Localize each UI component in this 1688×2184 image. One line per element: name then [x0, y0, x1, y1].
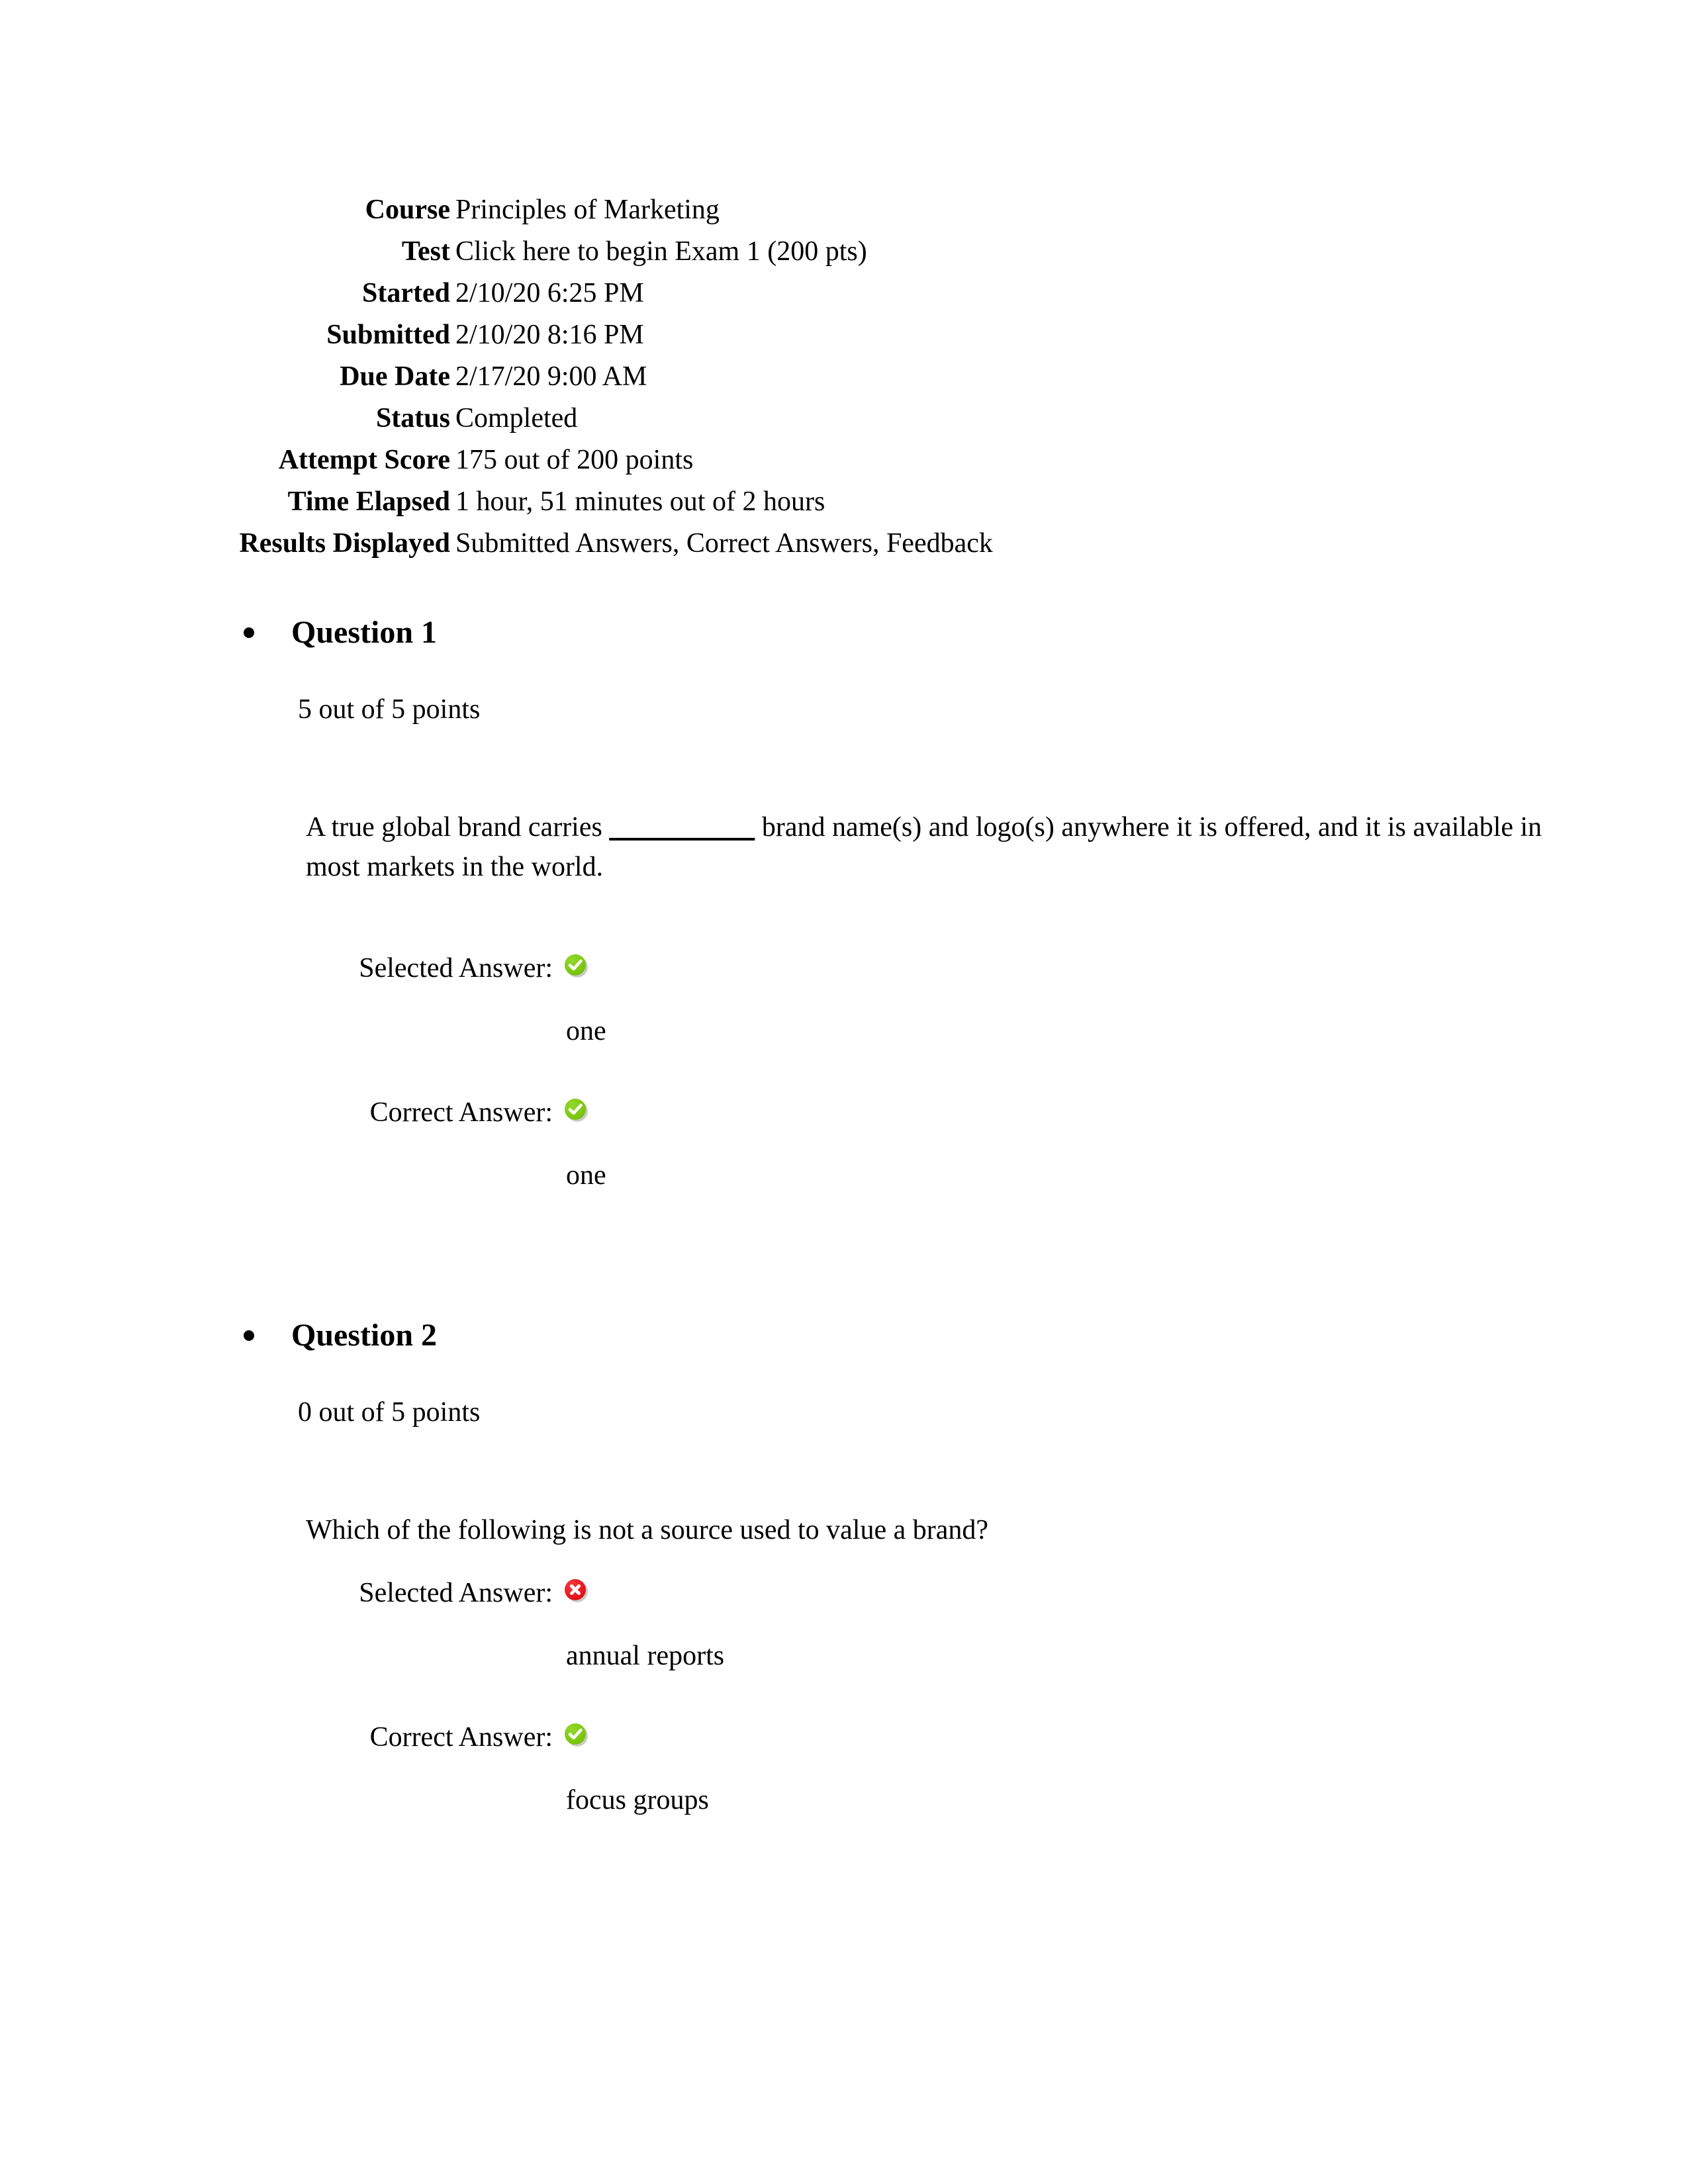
summary-label-course: Course: [365, 195, 450, 225]
summary-value-time-elapsed: 1 hour, 51 minutes out of 2 hours: [455, 486, 825, 517]
summary-row-due-date: Due Date 2/17/20 9:00 AM: [0, 356, 1125, 398]
summary-label-test: Test: [401, 236, 450, 267]
summary-row-submitted: Submitted 2/10/20 8:16 PM: [0, 314, 1125, 356]
question-1-correct-answer-label: Correct Answer:: [369, 1097, 553, 1128]
question-1-correct-answer-row: Correct Answer:: [0, 1092, 1688, 1133]
question-2-correct-answer-icon-cell: [565, 1723, 588, 1747]
question-1-text: A true global brand carries __________ b…: [0, 807, 1550, 887]
question-2-selected-answer-icon-cell: [565, 1579, 588, 1603]
summary-label-due-date: Due Date: [340, 361, 450, 392]
question-1-text-before: A true global brand carries: [306, 812, 610, 842]
question-1-correct-answer-icon-cell: [565, 1099, 588, 1122]
summary-value-attempt-score: 175 out of 200 points: [455, 445, 694, 475]
summary-row-results-displayed: Results Displayed Submitted Answers, Cor…: [0, 523, 1125, 565]
question-1-selected-answer-value: one: [566, 1016, 606, 1046]
question-2-text: Which of the following is not a source u…: [0, 1510, 1550, 1550]
correct-check-icon: [565, 954, 588, 978]
summary-value-results-displayed: Submitted Answers, Correct Answers, Feed…: [455, 528, 993, 559]
question-2-correct-answer-label: Correct Answer:: [369, 1722, 553, 1752]
question-2-selected-answer-value: annual reports: [566, 1641, 725, 1671]
correct-check-icon: [565, 1723, 588, 1747]
exam-results-document: Course Principles of Marketing Test Clic…: [0, 0, 1688, 2184]
summary-value-started: 2/10/20 6:25 PM: [455, 278, 644, 308]
question-2-correct-answer-value: focus groups: [566, 1785, 709, 1815]
summary-value-status: Completed: [455, 403, 578, 433]
summary-row-status: Status Completed: [0, 398, 1125, 439]
question-2-heading: Question 2: [0, 1317, 1688, 1354]
summary-label-time-elapsed: Time Elapsed: [287, 486, 450, 517]
question-1-blank: __________: [609, 812, 755, 842]
question-1-selected-answer-label: Selected Answer:: [359, 953, 553, 983]
summary-value-test: Click here to begin Exam 1 (200 pts): [455, 236, 867, 267]
bullet-icon: [244, 1330, 254, 1341]
summary-label-results-displayed: Results Displayed: [239, 528, 450, 559]
question-block-2: Question 2 0 out of 5 points Which of th…: [0, 1317, 1688, 1819]
question-1-points: 5 out of 5 points: [298, 694, 481, 725]
question-2-title: Question 2: [291, 1318, 438, 1353]
question-2-selected-answer-row: Selected Answer:: [0, 1572, 1688, 1614]
question-2-text-before: Which of the following is not a source u…: [306, 1515, 989, 1545]
summary-value-submitted: 2/10/20 8:16 PM: [455, 320, 644, 350]
question-block-1: Question 1 5 out of 5 points A true glob…: [0, 614, 1688, 1194]
summary-label-attempt-score: Attempt Score: [278, 445, 450, 475]
summary-row-started: Started 2/10/20 6:25 PM: [0, 273, 1125, 314]
attempt-summary-table: Course Principles of Marketing Test Clic…: [0, 189, 1125, 565]
incorrect-x-icon: [565, 1579, 588, 1603]
question-2-selected-answer-label: Selected Answer:: [359, 1578, 553, 1608]
question-2-correct-answer-row: Correct Answer:: [0, 1717, 1688, 1758]
question-1-heading: Question 1: [0, 614, 1688, 651]
question-1-selected-answer-row: Selected Answer:: [0, 948, 1688, 989]
attempt-summary-body: Course Principles of Marketing Test Clic…: [0, 189, 1125, 565]
summary-label-submitted: Submitted: [326, 320, 450, 350]
incorrect-x-icon-glyph: [570, 1584, 581, 1595]
question-1-title: Question 1: [291, 615, 438, 650]
correct-check-icon: [565, 1099, 588, 1122]
question-1-correct-answer-value: one: [566, 1160, 606, 1191]
summary-label-status: Status: [375, 403, 450, 433]
question-1-selected-answer-icon-cell: [565, 954, 588, 978]
correct-check-icon-glyph: [568, 1103, 583, 1115]
summary-row-time-elapsed: Time Elapsed 1 hour, 51 minutes out of 2…: [0, 481, 1125, 523]
correct-check-icon-glyph: [568, 959, 583, 971]
summary-row-course: Course Principles of Marketing: [0, 189, 1125, 231]
summary-value-due-date: 2/17/20 9:00 AM: [455, 361, 647, 392]
question-2-points: 0 out of 5 points: [298, 1397, 481, 1428]
summary-label-started: Started: [362, 278, 450, 308]
summary-row-attempt-score: Attempt Score 175 out of 200 points: [0, 439, 1125, 481]
bullet-icon: [244, 627, 254, 638]
correct-check-icon-glyph: [568, 1728, 583, 1740]
summary-value-course: Principles of Marketing: [455, 195, 720, 225]
summary-row-test: Test Click here to begin Exam 1 (200 pts…: [0, 231, 1125, 273]
